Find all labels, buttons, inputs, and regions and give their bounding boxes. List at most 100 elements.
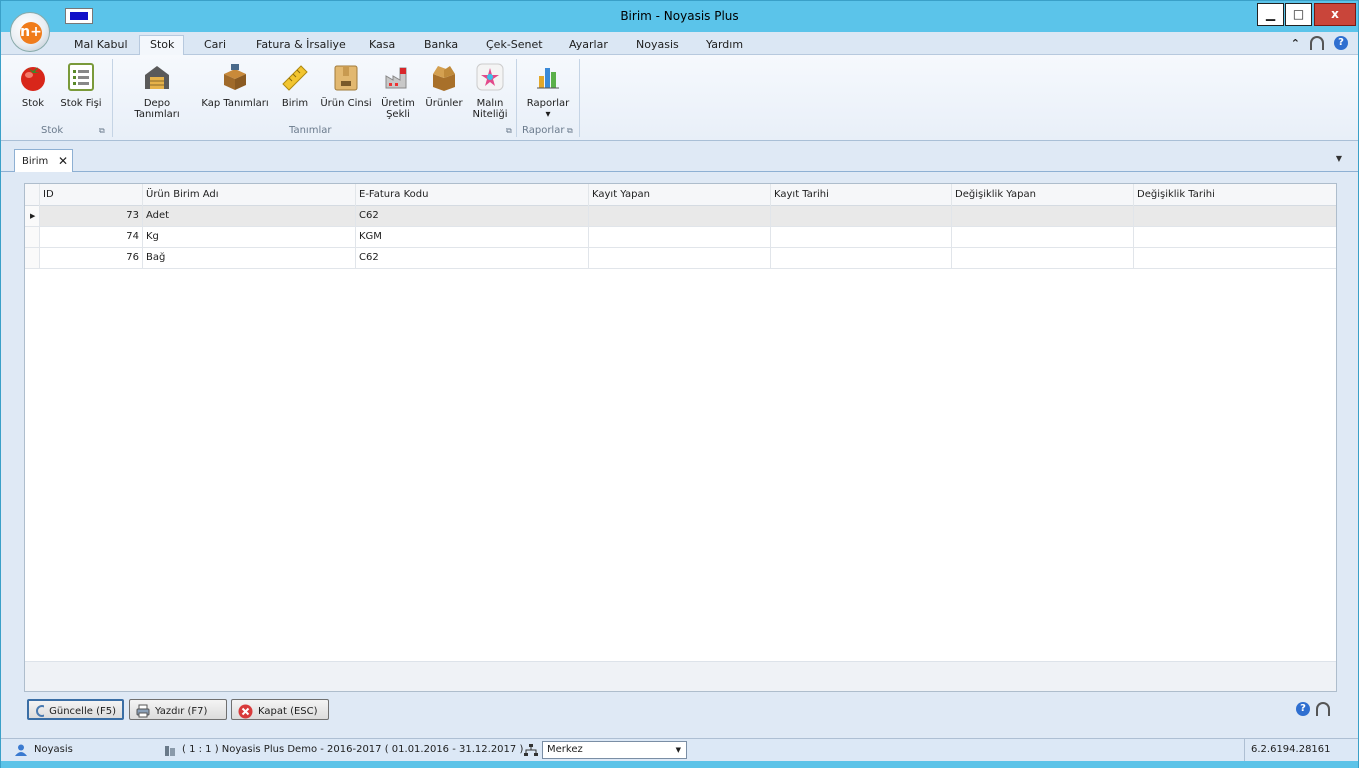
ribbon-label-uretim-sekli-1: Üretim <box>381 98 415 109</box>
support-headset-icon[interactable] <box>1316 702 1330 716</box>
cell-name[interactable]: Adet <box>143 206 356 226</box>
ribbon-button-birim[interactable]: Birim <box>279 59 311 109</box>
column-header-urun-birim-adi[interactable]: Ürün Birim Adı <box>143 184 356 206</box>
tab-kasa[interactable]: Kasa <box>369 38 395 51</box>
cell-efatura[interactable]: C62 <box>356 248 589 268</box>
close-tab-icon[interactable]: ✕ <box>58 154 68 168</box>
help-icon[interactable]: ? <box>1334 36 1348 50</box>
tab-mal-kabul[interactable]: Mal Kabul <box>74 38 128 51</box>
tomato-icon <box>18 62 48 92</box>
cell-kayit-yapan[interactable] <box>589 227 771 247</box>
tab-cari[interactable]: Cari <box>204 38 226 51</box>
cell-efatura[interactable]: KGM <box>356 227 589 247</box>
tab-banka[interactable]: Banka <box>424 38 458 51</box>
column-header-degisiklik-tarihi[interactable]: Değişiklik Tarihi <box>1134 184 1336 206</box>
ribbon-button-raporlar[interactable]: Raporlar ▾ <box>523 59 573 120</box>
close-button[interactable]: Kapat (ESC) <box>231 699 329 720</box>
collapse-ribbon-icon[interactable]: ⌃ <box>1291 37 1300 50</box>
boxes-icon <box>220 62 250 92</box>
tab-stok[interactable]: Stok <box>150 38 174 51</box>
ribbon-button-urun-cinsi[interactable]: Ürün Cinsi <box>319 59 373 109</box>
help-icon[interactable]: ? <box>1296 702 1310 716</box>
column-header-e-fatura-kodu[interactable]: E-Fatura Kodu <box>356 184 589 206</box>
ribbon-button-depo-tanimlari[interactable]: Depo Tanımları <box>120 59 194 120</box>
cell-kayit-yapan[interactable] <box>589 206 771 226</box>
ribbon-label-depo-tanimlari: Depo Tanımları <box>134 98 180 120</box>
cell-name[interactable]: Kg <box>143 227 356 247</box>
stok-group-launcher-icon[interactable]: ⧉ <box>99 126 105 136</box>
raporlar-group-launcher-icon[interactable]: ⧉ <box>567 126 573 136</box>
ribbon-separator <box>112 59 113 137</box>
ribbon-panel: Stok Stok Fişi Stok ⧉ Depo Tanımları Kap… <box>1 55 1358 141</box>
branch-select[interactable]: Merkez ▼ <box>542 741 687 759</box>
document-panel: ID Ürün Birim Adı E-Fatura Kodu Kayıt Ya… <box>1 172 1358 732</box>
ribbon-button-malin-niteligi[interactable]: Malın Niteliği <box>470 59 510 120</box>
quality-star-icon <box>475 62 505 92</box>
tab-yardim[interactable]: Yardım <box>706 38 743 51</box>
ribbon-button-kap-tanimlari[interactable]: Kap Tanımları <box>201 59 269 109</box>
open-box-icon <box>429 62 459 92</box>
table-row[interactable]: 74 Kg KGM <box>25 227 1336 248</box>
group-label-raporlar: Raporlar <box>522 125 565 136</box>
cell-id[interactable]: 74 <box>40 227 143 247</box>
ribbon-label-stok-fisi: Stok Fişi <box>60 98 102 109</box>
status-company: ( 1 : 1 ) Noyasis Plus Demo - 2016-2017 … <box>182 744 524 755</box>
data-grid[interactable]: ID Ürün Birim Adı E-Fatura Kodu Kayıt Ya… <box>24 183 1337 692</box>
ribbon-tab-bar: Mal Kabul Stok Cari Fatura & İrsaliye Ka… <box>1 32 1358 56</box>
print-button[interactable]: Yazdır (F7) <box>129 699 227 720</box>
table-row[interactable]: ▶ 73 Adet C62 <box>25 206 1336 227</box>
ribbon-label-kap-tanimlari: Kap Tanımları <box>201 98 269 109</box>
cell-name[interactable]: Bağ <box>143 248 356 268</box>
header-indicator <box>25 184 40 206</box>
ribbon-separator <box>516 59 517 137</box>
tab-cek-senet[interactable]: Çek-Senet <box>486 38 543 51</box>
column-header-kayit-tarihi[interactable]: Kayıt Tarihi <box>771 184 952 206</box>
column-header-id[interactable]: ID <box>40 184 143 206</box>
tab-fatura-irsaliye[interactable]: Fatura & İrsaliye <box>256 38 346 51</box>
maximize-button[interactable]: □ <box>1285 3 1312 26</box>
ribbon-label-raporlar: Raporlar <box>526 98 570 109</box>
chevron-down-icon: ▼ <box>675 746 681 754</box>
application-menu-button[interactable]: n+ <box>10 12 50 52</box>
cell-degisiklik-tarihi[interactable] <box>1134 248 1336 268</box>
refresh-button[interactable]: Güncelle (F5) <box>27 699 124 720</box>
window-title: Birim - Noyasis Plus <box>620 9 739 23</box>
document-tab-bar: Birim ✕ ▼ <box>1 142 1358 172</box>
cell-degisiklik-yapan[interactable] <box>952 248 1134 268</box>
cell-kayit-tarihi[interactable] <box>771 206 952 226</box>
tab-ayarlar[interactable]: Ayarlar <box>569 38 608 51</box>
cell-kayit-tarihi[interactable] <box>771 227 952 247</box>
cell-kayit-yapan[interactable] <box>589 248 771 268</box>
tab-noyasis[interactable]: Noyasis <box>636 38 679 51</box>
cell-efatura[interactable]: C62 <box>356 206 589 226</box>
cell-kayit-tarihi[interactable] <box>771 248 952 268</box>
ribbon-label-malin-niteligi-2: Niteliği <box>472 109 508 120</box>
ribbon-label-urun-cinsi: Ürün Cinsi <box>320 98 372 109</box>
cell-id[interactable]: 73 <box>40 206 143 226</box>
tab-list-dropdown-icon[interactable]: ▼ <box>1336 154 1342 163</box>
minimize-button[interactable]: ▁ <box>1257 3 1284 26</box>
close-window-button[interactable]: x <box>1314 3 1356 26</box>
package-icon <box>331 62 361 92</box>
ribbon-button-stok[interactable]: Stok <box>16 59 50 109</box>
ribbon-button-urunler[interactable]: Ürünler <box>424 59 464 109</box>
column-header-degisiklik-yapan[interactable]: Değişiklik Yapan <box>952 184 1134 206</box>
table-row[interactable]: 76 Bağ C62 <box>25 248 1336 269</box>
title-bar[interactable]: Birim - Noyasis Plus ▁ □ x <box>1 1 1358 32</box>
cell-degisiklik-tarihi[interactable] <box>1134 206 1336 226</box>
ribbon-label-uretim-sekli-2: Şekli <box>386 109 410 120</box>
cell-degisiklik-tarihi[interactable] <box>1134 227 1336 247</box>
cell-id[interactable]: 76 <box>40 248 143 268</box>
support-headset-icon[interactable] <box>1310 36 1324 50</box>
tanimlar-group-launcher-icon[interactable]: ⧉ <box>506 126 512 136</box>
column-header-kayit-yapan[interactable]: Kayıt Yapan <box>589 184 771 206</box>
ribbon-label-urunler: Ürünler <box>425 98 463 109</box>
cell-degisiklik-yapan[interactable] <box>952 206 1134 226</box>
warehouse-icon <box>142 62 172 92</box>
doc-tab-birim[interactable]: Birim ✕ <box>14 149 73 172</box>
ribbon-button-uretim-sekli[interactable]: Üretim Şekli <box>378 59 418 120</box>
cell-degisiklik-yapan[interactable] <box>952 227 1134 247</box>
company-icon <box>164 744 176 759</box>
window-bottom-border <box>1 761 1358 768</box>
ribbon-button-stok-fisi[interactable]: Stok Fişi <box>57 59 105 109</box>
